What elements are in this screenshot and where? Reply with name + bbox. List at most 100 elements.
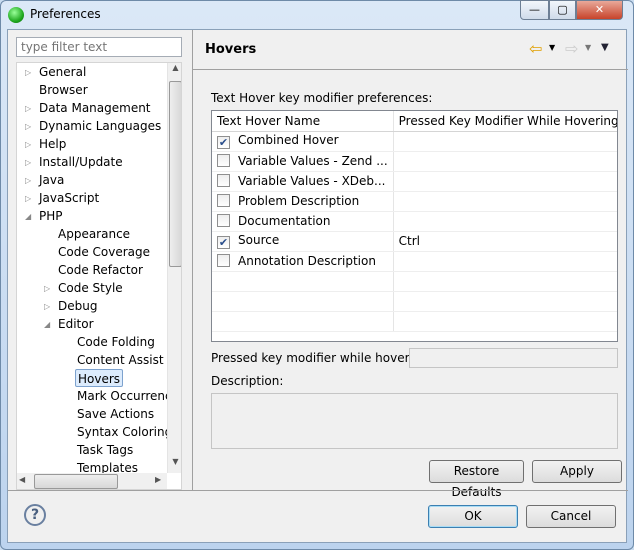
collapsed-icon[interactable]: ▷	[44, 280, 50, 298]
view-menu-icon[interactable]: ▼	[601, 42, 609, 53]
maximize-button[interactable]: ▢	[549, 0, 576, 20]
minimize-button[interactable]: —	[520, 0, 549, 20]
cancel-button[interactable]: Cancel	[526, 505, 616, 528]
tree-item[interactable]: Hovers	[75, 369, 124, 387]
row-checkbox[interactable]	[217, 254, 230, 267]
collapsed-icon[interactable]: ▷	[25, 154, 31, 172]
tree-item[interactable]: Debug	[56, 297, 99, 315]
close-button[interactable]: ✕	[576, 0, 623, 20]
scroll-up-icon[interactable]: ▲	[168, 63, 181, 79]
description-box	[211, 393, 618, 449]
scroll-left-icon[interactable]: ◀	[19, 475, 25, 484]
empty-row	[212, 271, 617, 292]
row-checkbox[interactable]	[217, 154, 230, 167]
tree-item[interactable]: Save Actions	[75, 405, 156, 423]
collapsed-icon[interactable]: ▷	[25, 172, 31, 190]
table-row[interactable]: ✔ Combined Hover	[212, 131, 617, 152]
tree-item[interactable]: Editor	[56, 315, 96, 333]
filter-input[interactable]	[16, 37, 182, 57]
tree-item[interactable]: Java	[37, 171, 66, 189]
empty-row	[212, 311, 617, 332]
description-label: Description:	[211, 374, 284, 388]
scroll-right-icon[interactable]: ▶	[155, 475, 161, 484]
table-row[interactable]: Variable Values - Zend ...	[212, 151, 617, 172]
tree-item[interactable]: Syntax Coloring	[75, 423, 174, 441]
row-checkbox[interactable]	[217, 174, 230, 187]
help-icon[interactable]: ?	[24, 504, 46, 526]
preference-page: Hovers ⇦ ▼ ⇨ ▼ ▼ Text Hover key modifier…	[192, 30, 628, 499]
tree-vertical-scrollbar[interactable]: ▲ ▼	[167, 63, 181, 473]
table-row[interactable]: ✔ Source Ctrl	[212, 231, 617, 252]
preference-tree: ▷ General Browser ▷ Data Management ▷ Dynamic …	[16, 62, 182, 490]
scroll-thumb[interactable]	[169, 81, 181, 267]
hover-name: Combined Hover	[238, 133, 339, 147]
hscroll-thumb[interactable]	[34, 474, 118, 489]
tree-item[interactable]: Task Tags	[75, 441, 135, 459]
expanded-icon[interactable]: ◢	[44, 316, 50, 334]
tree-item[interactable]: Install/Update	[37, 153, 125, 171]
column-header-modifier[interactable]: Pressed Key Modifier While Hovering	[393, 111, 617, 132]
back-menu-icon[interactable]: ▼	[549, 43, 555, 52]
hover-name: Source	[238, 233, 280, 247]
row-checkbox[interactable]	[217, 194, 230, 207]
tree-item[interactable]: Content Assist	[75, 351, 166, 369]
ok-button[interactable]: OK	[428, 505, 518, 528]
restore-defaults-button[interactable]: Restore Defaults	[429, 460, 524, 499]
apply-button[interactable]: Apply	[532, 460, 622, 483]
hover-modifier	[393, 251, 617, 272]
tree-item[interactable]: PHP	[37, 207, 65, 225]
intro-label: Text Hover key modifier preferences:	[211, 91, 433, 105]
hover-modifier	[393, 151, 617, 172]
tree-horizontal-scrollbar[interactable]: ◀ ▶	[17, 473, 167, 489]
hover-name: Variable Values - XDeb...	[238, 174, 386, 188]
tree-item[interactable]: Dynamic Languages	[37, 117, 163, 135]
row-checkbox[interactable]: ✔	[217, 136, 230, 149]
hover-modifier: Ctrl	[393, 231, 617, 252]
page-header: Hovers ⇦ ▼ ⇨ ▼ ▼	[193, 30, 628, 70]
hover-modifier	[393, 211, 617, 232]
collapsed-icon[interactable]: ▷	[25, 100, 31, 118]
forward-arrow-icon[interactable]: ⇨	[565, 39, 578, 58]
tree-item[interactable]: Code Coverage	[56, 243, 152, 261]
back-arrow-icon[interactable]: ⇦	[529, 39, 542, 58]
dialog-body: ▷ GeneralBrowser ▷ Data Management ▷ Dynamic …	[7, 29, 628, 543]
table-row[interactable]: Variable Values - XDeb...	[212, 171, 617, 192]
hover-name: Documentation	[238, 214, 331, 228]
table-row[interactable]: Annotation Description	[212, 251, 617, 272]
row-checkbox[interactable]	[217, 214, 230, 227]
empty-row	[212, 291, 617, 312]
column-header-name[interactable]: Text Hover Name	[212, 111, 394, 132]
hover-name: Variable Values - Zend ...	[238, 154, 388, 168]
expanded-icon[interactable]: ◢	[25, 208, 31, 226]
tree-item[interactable]: Data Management	[37, 99, 153, 117]
app-icon	[8, 7, 24, 23]
tree-item[interactable]: JavaScript	[37, 189, 101, 207]
tree-item[interactable]: Appearance	[56, 225, 132, 243]
page-title: Hovers	[205, 42, 257, 57]
collapsed-icon[interactable]: ▷	[25, 136, 31, 154]
row-checkbox[interactable]: ✔	[217, 236, 230, 249]
scroll-down-icon[interactable]: ▼	[168, 457, 181, 473]
collapsed-icon[interactable]: ▷	[25, 118, 31, 136]
modifier-label: Pressed key modifier while hovering:	[211, 351, 433, 365]
tree-item[interactable]: Help	[37, 135, 68, 153]
table-row[interactable]: Problem Description	[212, 191, 617, 212]
table-row[interactable]: Documentation	[212, 211, 617, 232]
tree-item[interactable]: General	[37, 63, 88, 81]
hover-name: Problem Description	[238, 194, 360, 208]
tree-item[interactable]: Code Folding	[75, 333, 157, 351]
hover-modifier	[393, 171, 617, 192]
window-title: Preferences	[30, 7, 101, 21]
forward-menu-icon[interactable]: ▼	[585, 43, 591, 52]
hover-name: Annotation Description	[238, 254, 376, 268]
tree-item[interactable]: Code Refactor	[56, 261, 145, 279]
collapsed-icon[interactable]: ▷	[25, 190, 31, 208]
divider	[8, 490, 628, 491]
tree-item[interactable]: Mark Occurrences	[75, 387, 181, 405]
collapsed-icon[interactable]: ▷	[44, 298, 50, 316]
tree-item[interactable]: Browser	[37, 81, 90, 99]
hover-modifier	[393, 191, 617, 212]
tree-item[interactable]: Code Style	[56, 279, 125, 297]
modifier-input[interactable]	[409, 348, 618, 368]
collapsed-icon[interactable]: ▷	[25, 64, 31, 82]
